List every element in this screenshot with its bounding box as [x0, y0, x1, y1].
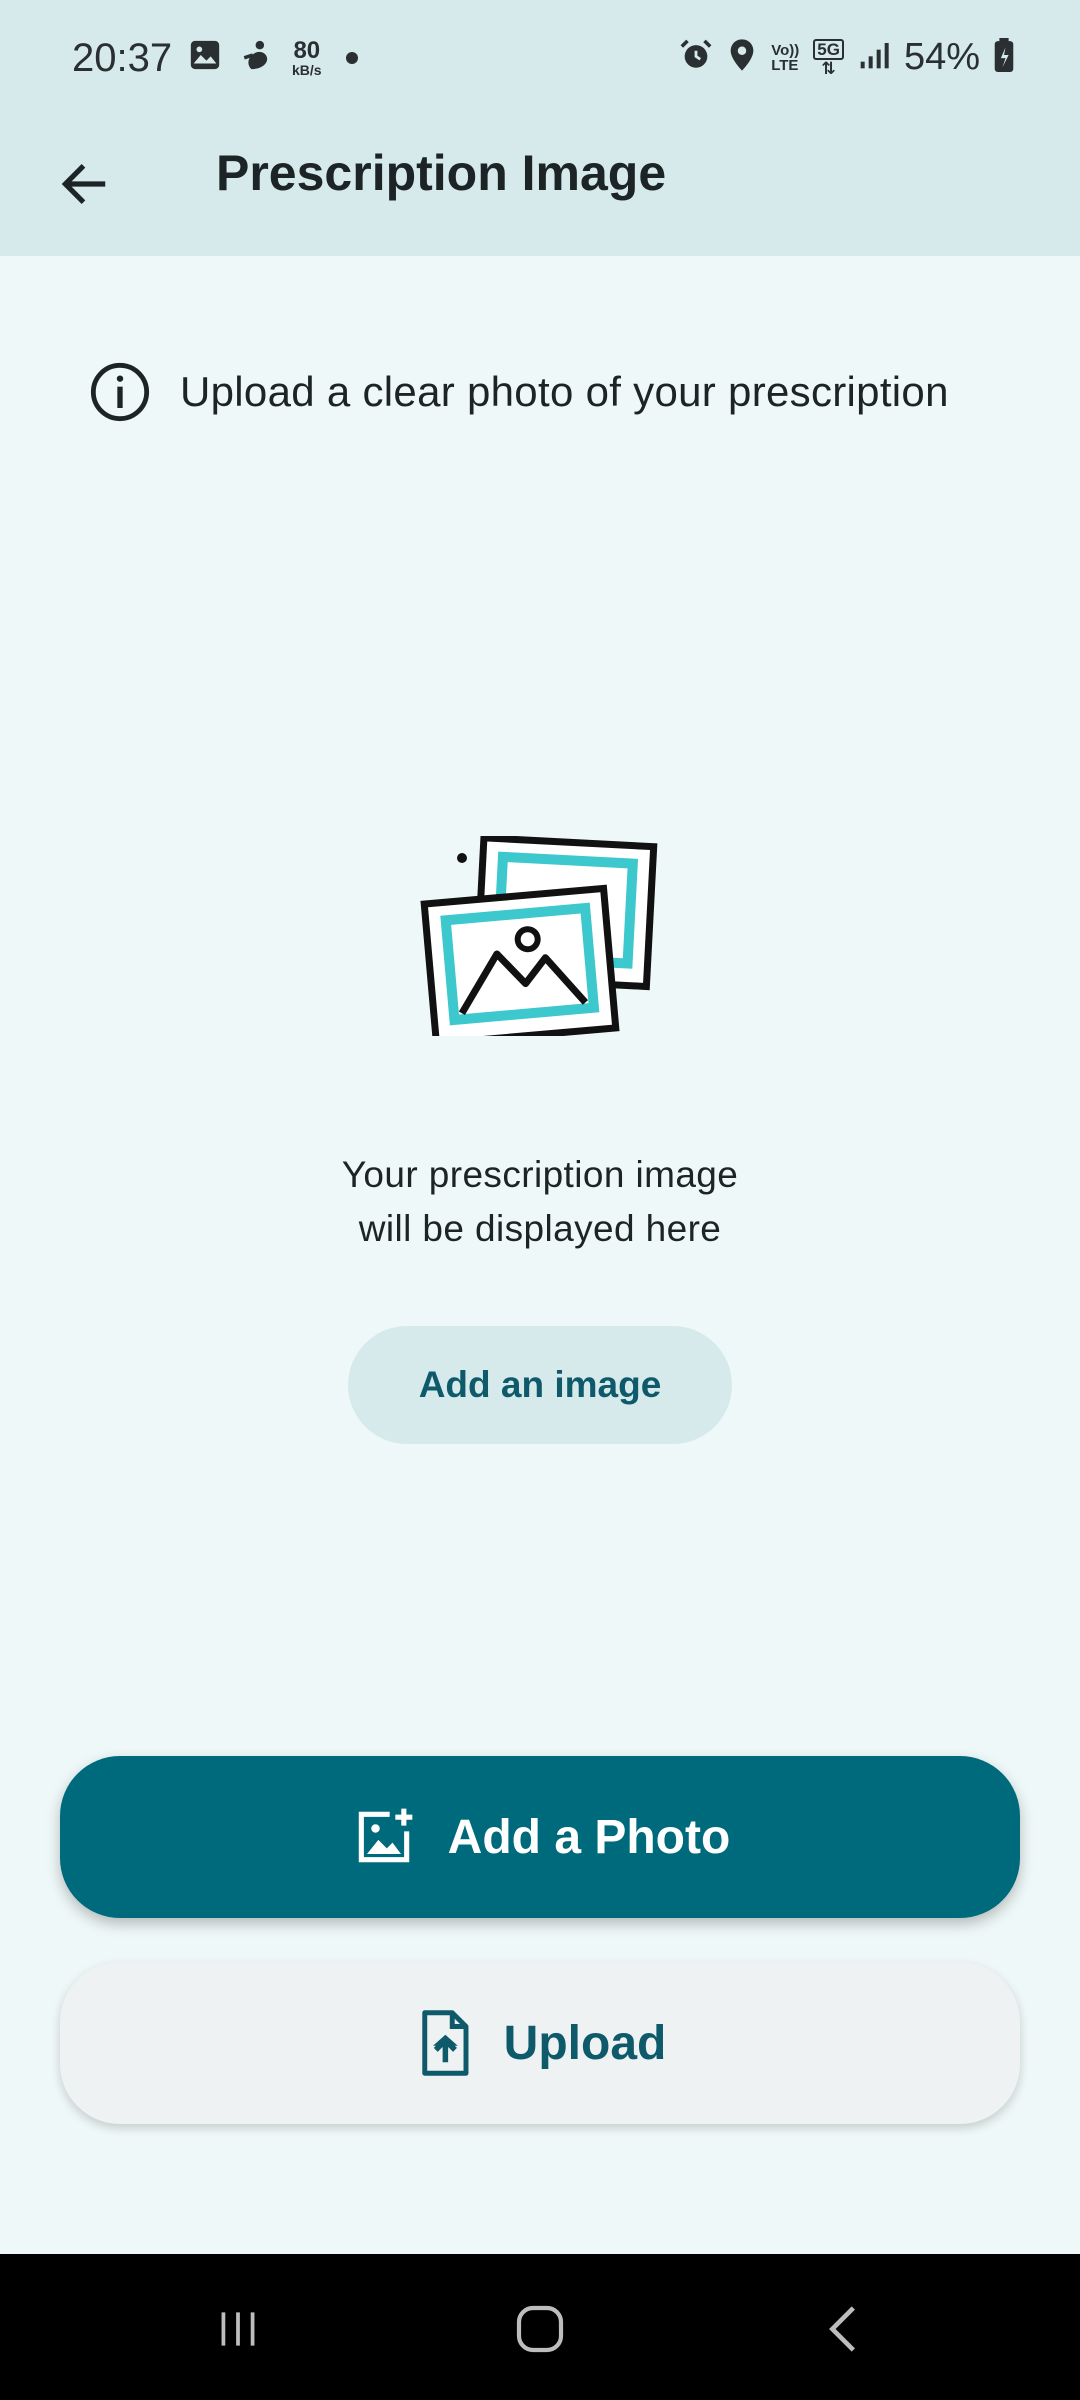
placeholder-message: Your prescription image will be displaye…	[0, 1148, 1080, 1256]
data-arrows-icon: ⇅	[821, 58, 836, 78]
status-bar: 20:37 80 kB/s Vo)) LTE 5G ⇅ 54%	[0, 0, 1080, 120]
placeholder-line-1: Your prescription image	[341, 1154, 739, 1195]
add-photo-label: Add a Photo	[447, 1810, 731, 1864]
network-type: 5G ⇅	[813, 38, 844, 78]
recent-apps-button[interactable]	[188, 2294, 288, 2364]
header: 20:37 80 kB/s Vo)) LTE 5G ⇅ 54% Prescrip…	[0, 0, 1080, 256]
alarm-icon	[679, 38, 713, 77]
recent-apps-icon	[221, 2312, 255, 2346]
system-nav-bar	[0, 2254, 1080, 2400]
info-icon	[90, 362, 150, 422]
volte-top-text: Vo))	[771, 41, 800, 59]
info-text: Upload a clear photo of your prescriptio…	[180, 368, 949, 415]
notification-dot	[345, 51, 358, 64]
back-button[interactable]	[40, 140, 128, 228]
upload-label: Upload	[503, 2016, 667, 2070]
bixby-icon	[240, 38, 274, 77]
file-upload-icon	[421, 2010, 469, 2076]
network-speed-value: 80	[293, 36, 321, 64]
volte-bottom-text: LTE	[771, 56, 799, 74]
location-icon	[727, 38, 757, 77]
upload-button[interactable]: Upload	[60, 1962, 1020, 2124]
arrow-back-icon	[61, 164, 106, 204]
status-right-icons: Vo)) LTE 5G ⇅ 54%	[679, 36, 1014, 79]
status-left-icons: 80 kB/s	[188, 38, 358, 77]
signal-icon	[858, 40, 890, 75]
volte-indicator: Vo)) LTE	[771, 43, 799, 73]
back-icon	[829, 2306, 855, 2352]
status-time: 20:37	[72, 36, 173, 80]
battery-percent: 54%	[903, 36, 980, 78]
system-back-button[interactable]	[794, 2294, 894, 2364]
add-image-button[interactable]: Add an image	[348, 1326, 732, 1444]
network-speed-unit: kB/s	[292, 61, 322, 78]
screen: 20:37 80 kB/s Vo)) LTE 5G ⇅ 54% Prescrip…	[0, 0, 1080, 2400]
placeholder-line-2: will be displayed here	[358, 1208, 722, 1249]
gallery-icon	[188, 38, 222, 77]
network-type-text: 5G	[813, 38, 844, 60]
photo-stack-illustration	[420, 836, 658, 1036]
home-icon	[516, 2305, 564, 2353]
battery-icon	[994, 38, 1014, 77]
add-photo-icon	[358, 1808, 413, 1863]
page-title: Prescription Image	[216, 145, 667, 201]
app-bar: Prescription Image	[0, 120, 1080, 256]
add-photo-button[interactable]: Add a Photo	[60, 1756, 1020, 1918]
info-banner: Upload a clear photo of your prescriptio…	[88, 360, 949, 424]
network-speed: 80 kB/s	[292, 36, 322, 78]
home-button[interactable]	[490, 2294, 590, 2364]
